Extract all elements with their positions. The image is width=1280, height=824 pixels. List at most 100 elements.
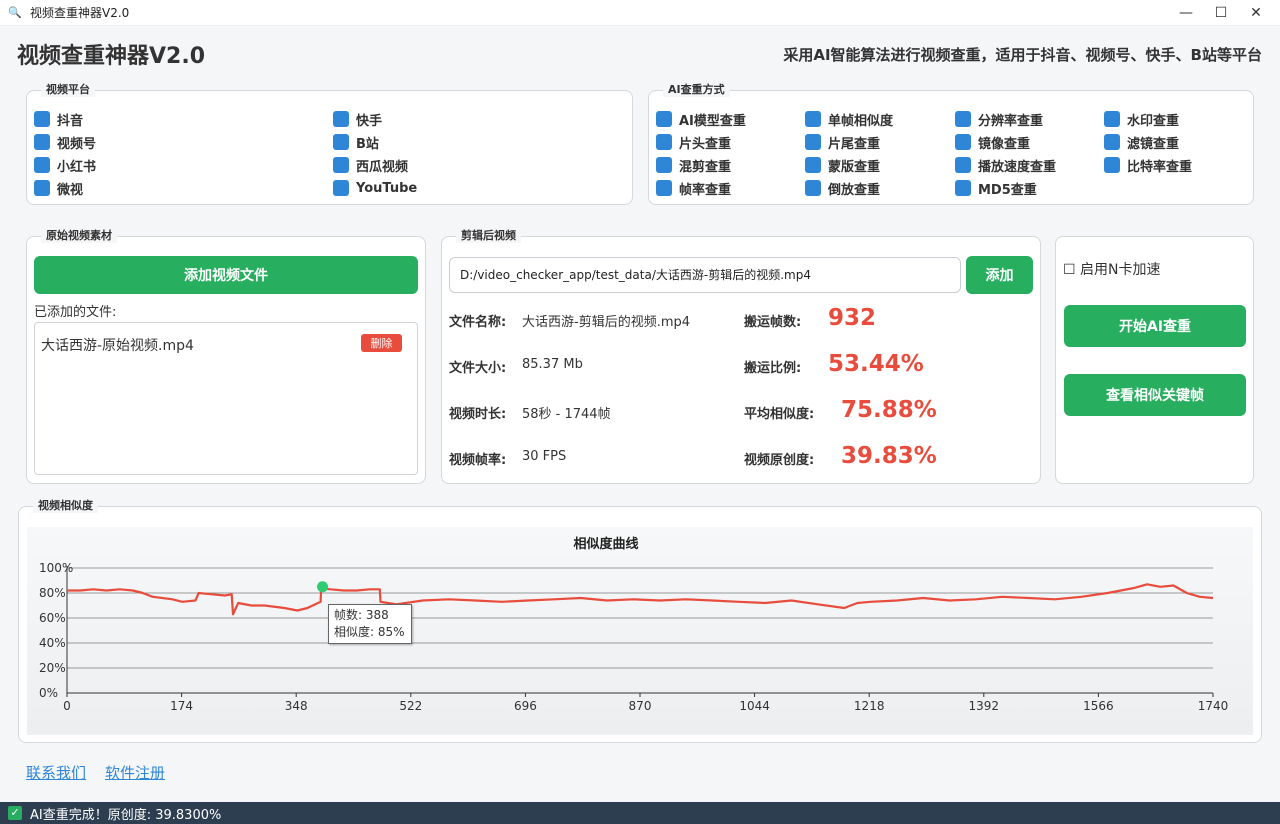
similarity-series-line: [67, 583, 1214, 616]
platform-checkbox-weishi[interactable]: 微视: [34, 179, 83, 198]
checkbox-checked-icon: [805, 111, 821, 127]
x-tick-label: 1392: [969, 699, 1000, 713]
checkbox-checked-icon: [333, 111, 349, 127]
avg-similarity-label: 平均相似度:: [744, 407, 815, 422]
method-checkbox[interactable]: MD5查重: [955, 179, 1037, 198]
contact-us-link[interactable]: 联系我们: [26, 762, 86, 783]
method-checkbox[interactable]: 帧率查重: [656, 179, 731, 198]
fps-label: 视频帧率:: [449, 453, 507, 468]
checkbox-checked-icon: [1104, 134, 1120, 150]
similarity-chart-svg: 相似度曲线 0% 20% 40% 60% 80% 100% 0 174 348 522 696 870…: [39, 536, 1229, 713]
platforms-group: 视频平台: [26, 83, 633, 205]
method-checkbox[interactable]: 蒙版查重: [805, 156, 881, 175]
checkbox-checked-icon: [1104, 157, 1120, 173]
file-name-label: 文件名称:: [449, 315, 507, 330]
platform-checkbox-kuaishou[interactable]: 快手: [333, 110, 383, 129]
y-tick-label: 80%: [39, 586, 66, 600]
method-checkbox[interactable]: 混剪查重: [656, 156, 731, 175]
add-edited-video-button[interactable]: 添加: [966, 256, 1033, 294]
x-tick-label: 1740: [1198, 699, 1229, 713]
y-tick-label: 20%: [39, 661, 66, 675]
checkbox-checked-icon: [805, 134, 821, 150]
checkbox-label: 滤镜查重: [1127, 136, 1180, 152]
checkbox-checked-icon: [34, 157, 50, 173]
method-checkbox[interactable]: 比特率查重: [1104, 156, 1193, 175]
close-button[interactable]: ✕: [1233, 0, 1279, 26]
x-tick-label: 0: [63, 699, 71, 713]
x-tick-label: 348: [285, 699, 308, 713]
gpu-acceleration-checkbox[interactable]: ☐ 启用N卡加速: [1063, 259, 1160, 279]
register-link[interactable]: 软件注册: [105, 762, 165, 783]
checkbox-label: MD5查重: [978, 182, 1037, 198]
copy-ratio-label: 搬运比例:: [744, 361, 802, 376]
platform-checkbox-xigua[interactable]: 西瓜视频: [333, 156, 408, 175]
checkbox-label: 镜像查重: [978, 136, 1031, 152]
tooltip-frame: 帧数: 388: [334, 608, 389, 622]
method-checkbox[interactable]: 单帧相似度: [805, 110, 894, 129]
title-bar: 🔍 视频查重神器V2.0 — ☐ ✕: [0, 0, 1280, 26]
chart-tooltip: 帧数: 388 相似度: 85%: [328, 604, 412, 644]
checkbox-checked-icon: [333, 134, 349, 150]
checkbox-checked-icon: [955, 157, 971, 173]
checkbox-label: 比特率查重: [1127, 159, 1193, 175]
method-checkbox[interactable]: 片头查重: [656, 133, 731, 152]
originality-value: 39.83%: [841, 443, 937, 469]
method-checkbox[interactable]: 滤镜查重: [1104, 133, 1180, 152]
view-keyframes-button[interactable]: 查看相似关键帧: [1064, 374, 1246, 416]
checkbox-checked-icon: [955, 134, 971, 150]
method-checkbox[interactable]: 播放速度查重: [955, 156, 1056, 175]
x-tick-label: 1044: [739, 699, 770, 713]
source-group-title: 原始视频素材: [41, 229, 117, 243]
file-size-value: 85.37 Mb: [522, 357, 583, 372]
checkbox-label: B站: [356, 136, 379, 152]
app-title: 视频查重神器V2.0: [17, 44, 205, 69]
start-ai-check-button[interactable]: 开始AI查重: [1064, 305, 1246, 347]
method-checkbox[interactable]: 片尾查重: [805, 133, 880, 152]
file-size-label: 文件大小:: [449, 361, 507, 376]
checkbox-label: 视频号: [57, 136, 97, 152]
checkbox-checked-icon: [656, 111, 672, 127]
checkbox-checked-icon: [656, 157, 672, 173]
x-tick-label: 696: [514, 699, 537, 713]
methods-group-title: AI查重方式: [663, 83, 730, 97]
x-tick-label: 1218: [854, 699, 885, 713]
platform-checkbox-xiaohongshu[interactable]: 小红书: [34, 156, 97, 175]
checkbox-checked-icon: [656, 134, 672, 150]
status-bar: ✓ AI查重完成！原创度: 39.8300%: [0, 802, 1280, 824]
checkbox-label: 抖音: [57, 113, 84, 129]
edited-video-path-input[interactable]: D:/video_checker_app/test_data/大话西游-剪辑后的…: [449, 257, 961, 293]
checkbox-label: 小红书: [57, 159, 97, 175]
x-tick-label: 522: [399, 699, 422, 713]
copy-ratio-value: 53.44%: [828, 351, 924, 377]
checkbox-checked-icon: [34, 180, 50, 196]
checkbox-checked-icon: [955, 180, 971, 196]
y-tick-label: 60%: [39, 611, 66, 625]
checkbox-checked-icon: [333, 180, 349, 196]
delete-file-button[interactable]: 删除: [361, 334, 402, 352]
method-checkbox[interactable]: 水印查重: [1104, 110, 1179, 129]
checkbox-checked-icon: [34, 134, 50, 150]
app-icon: 🔍: [8, 5, 22, 19]
method-checkbox[interactable]: 倒放查重: [805, 179, 880, 198]
method-checkbox[interactable]: AI模型查重: [656, 110, 746, 129]
platform-checkbox-youtube[interactable]: YouTube: [333, 179, 417, 197]
similarity-chart: 相似度曲线 0% 20% 40% 60% 80% 100% 0 174 348 522 696 870…: [27, 527, 1253, 735]
checkbox-label: AI模型查重: [679, 113, 746, 129]
method-checkbox[interactable]: 分辨率查重: [955, 110, 1043, 129]
platform-checkbox-douyin[interactable]: 抖音: [34, 110, 84, 129]
add-video-file-button[interactable]: 添加视频文件: [34, 256, 418, 294]
method-checkbox[interactable]: 镜像查重: [955, 133, 1031, 152]
hover-point-marker: [317, 581, 329, 593]
checkbox-label: 快手: [356, 113, 383, 129]
platform-checkbox-shipinhao[interactable]: 视频号: [34, 133, 97, 152]
edited-group-title: 剪辑后视频: [456, 229, 521, 243]
checkbox-label: 蒙版查重: [828, 159, 881, 175]
checkbox-label: 单帧相似度: [828, 113, 894, 129]
platform-checkbox-bilibili[interactable]: B站: [333, 133, 379, 152]
duration-label: 视频时长:: [449, 407, 507, 422]
file-list-item[interactable]: 大话西游-原始视频.mp4: [41, 335, 194, 355]
checkbox-checked-icon: [34, 111, 50, 127]
avg-similarity-value: 75.88%: [841, 397, 937, 423]
status-text: AI查重完成！原创度: 39.8300%: [30, 807, 222, 823]
x-tick-label: 174: [170, 699, 193, 713]
